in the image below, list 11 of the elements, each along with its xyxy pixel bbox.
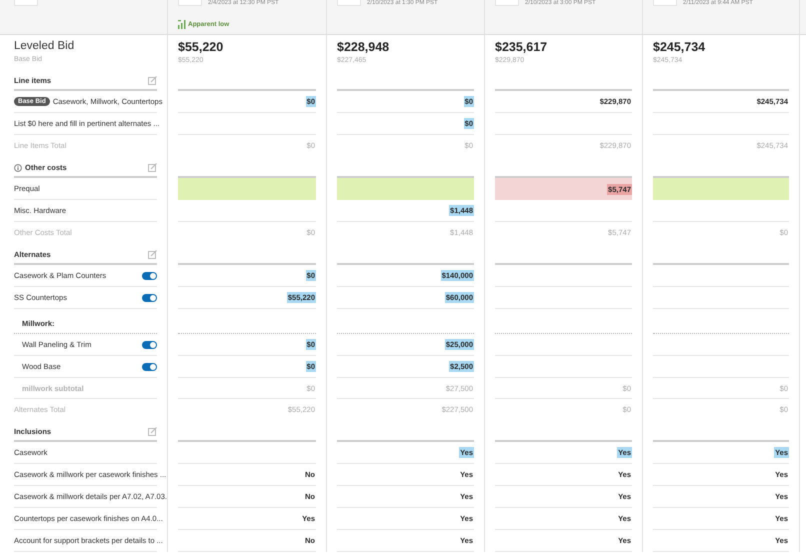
bid-total: $235,617 [495, 40, 548, 54]
info-icon [14, 164, 22, 172]
toggle-switch[interactable] [142, 294, 157, 302]
bid-total: $55,220 [178, 40, 224, 54]
leveled-bid-title: Leveled Bid [14, 40, 76, 53]
toggle-switch[interactable] [142, 362, 157, 370]
bid-total: $228,948 [337, 40, 390, 54]
toggle-switch[interactable] [142, 340, 157, 348]
bar-chart-icon [178, 20, 186, 29]
bid-total: $245,734 [653, 40, 706, 54]
toggle-switch[interactable] [142, 272, 157, 280]
